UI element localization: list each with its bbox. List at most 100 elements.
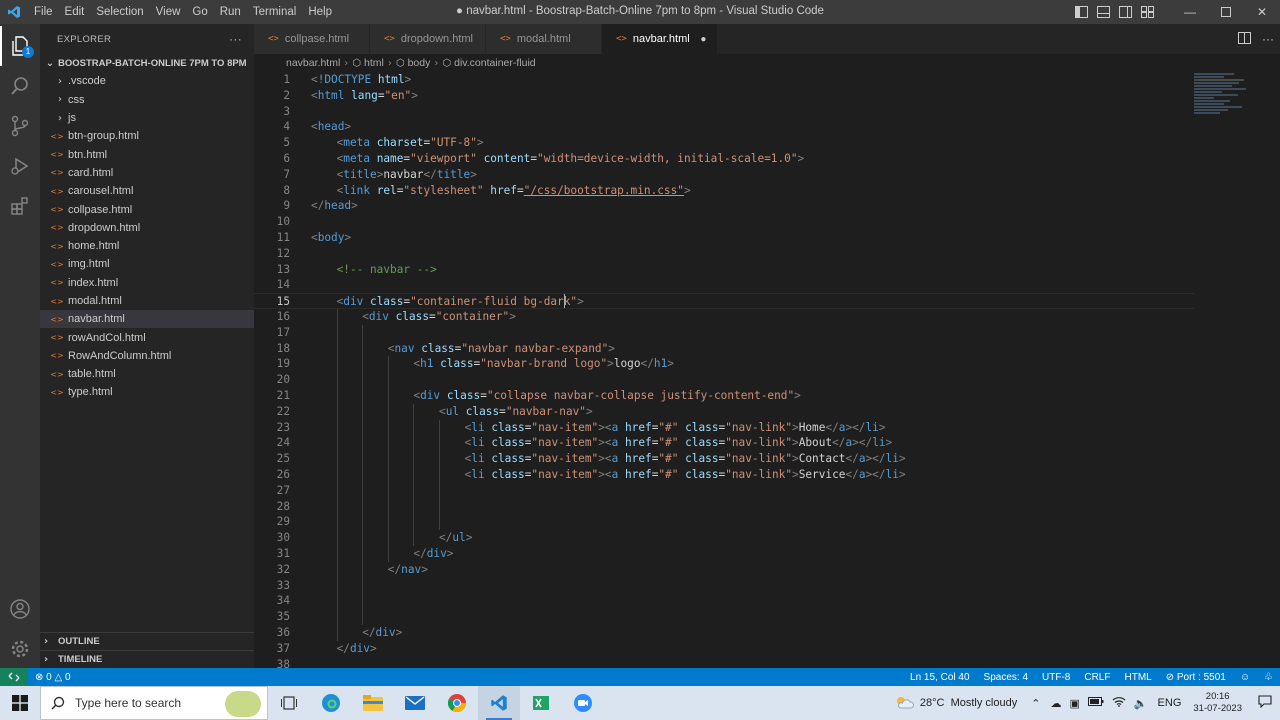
wifi-icon[interactable]: [1112, 696, 1126, 710]
microphone-icon[interactable]: ▣: [1069, 697, 1079, 710]
file-explorer-icon[interactable]: [352, 686, 394, 720]
indentation[interactable]: Spaces: 4: [977, 672, 1035, 683]
minimap[interactable]: [1194, 72, 1254, 132]
tree-file[interactable]: <> table.html: [40, 365, 254, 383]
notifications-bell-icon[interactable]: ♧: [1257, 672, 1280, 683]
encoding[interactable]: UTF-8: [1035, 672, 1077, 683]
input-language[interactable]: ENG: [1158, 697, 1182, 709]
mail-icon[interactable]: [394, 686, 436, 720]
source-control-icon[interactable]: [0, 106, 40, 146]
code-token: "width=device-width, initial-scale=1.0": [537, 152, 798, 165]
notification-center-icon[interactable]: [1250, 695, 1280, 711]
editor-tab[interactable]: <> navbar.html ●: [602, 24, 718, 54]
toggle-panel-icon[interactable]: [1092, 0, 1114, 24]
remote-indicator-icon[interactable]: [0, 668, 28, 686]
menu-item-go[interactable]: Go: [186, 6, 213, 18]
code-token: </: [423, 167, 437, 181]
tree-file[interactable]: <> btn-group.html: [40, 127, 254, 145]
editor-tab[interactable]: <> dropdown.html: [370, 24, 486, 54]
tree-file[interactable]: <> dropdown.html: [40, 219, 254, 237]
code-token: >: [608, 341, 615, 355]
customize-layout-icon[interactable]: [1136, 0, 1158, 24]
toggle-secondary-sidebar-icon[interactable]: [1114, 0, 1136, 24]
code-editor[interactable]: 1 <!DOCTYPE html> 2 <html lang="en"> 3 4 <head…: [254, 72, 1280, 668]
outline-section[interactable]: › OUTLINE: [40, 632, 254, 650]
tree-file[interactable]: <> index.html: [40, 274, 254, 292]
accounts-icon[interactable]: [0, 589, 40, 629]
edge-browser-icon[interactable]: [310, 686, 352, 720]
split-editor-icon[interactable]: [1232, 31, 1256, 47]
tree-file[interactable]: <> type.html: [40, 383, 254, 401]
code-text: <link rel="stylesheet" href="/css/bootst…: [337, 183, 691, 199]
task-view-icon[interactable]: [268, 686, 310, 720]
taskbar-search-box[interactable]: Type here to search: [40, 686, 268, 720]
code-token: "nav-link": [725, 452, 792, 466]
timeline-section[interactable]: › TIMELINE: [40, 650, 254, 668]
tree-file[interactable]: <> rowAndCol.html: [40, 328, 254, 346]
code-token: href: [490, 183, 517, 197]
cursor-position[interactable]: Ln 15, Col 40: [903, 672, 977, 683]
code-token: li: [885, 452, 899, 466]
tree-folder[interactable]: › .vscode: [40, 72, 254, 90]
breadcrumb-item[interactable]: div.container-fluid: [454, 57, 536, 69]
tree-file[interactable]: <> RowAndColumn.html: [40, 347, 254, 365]
unsaved-dot-icon[interactable]: ●: [700, 34, 707, 45]
tree-file[interactable]: <> collpase.html: [40, 200, 254, 218]
live-server-port[interactable]: ⊘ Port : 5501: [1159, 672, 1233, 683]
extensions-icon[interactable]: [0, 186, 40, 226]
battery-icon[interactable]: [1087, 697, 1104, 709]
menu-item-help[interactable]: Help: [302, 6, 338, 18]
workspace-folder[interactable]: ⌄ BOOSTRAP-BATCH-ONLINE 7PM TO 8PM: [40, 54, 254, 72]
show-hidden-icons-icon[interactable]: ⌃: [1031, 697, 1040, 710]
windows-start-icon[interactable]: [0, 686, 40, 720]
menu-item-edit[interactable]: Edit: [59, 6, 91, 18]
breadcrumb-item[interactable]: html: [364, 57, 384, 69]
zoom-icon[interactable]: [562, 686, 604, 720]
tree-file[interactable]: <> img.html: [40, 255, 254, 273]
editor-tab[interactable]: <> modal.html: [486, 24, 602, 54]
run-debug-icon[interactable]: [0, 146, 40, 186]
explorer-icon[interactable]: 1: [0, 26, 40, 66]
menu-item-file[interactable]: File: [28, 6, 59, 18]
toggle-primary-sidebar-icon[interactable]: [1070, 0, 1092, 24]
tree-folder[interactable]: › js: [40, 109, 254, 127]
tree-file[interactable]: <> navbar.html: [40, 310, 254, 329]
weather-text[interactable]: 28°C Mostly cloudy: [920, 697, 1017, 709]
chrome-icon[interactable]: [436, 686, 478, 720]
code-token: "navbar-nav": [505, 404, 586, 418]
more-actions-icon[interactable]: ···: [1256, 32, 1280, 46]
onedrive-icon[interactable]: ☁: [1050, 697, 1061, 710]
close-icon[interactable]: ✕: [1244, 0, 1280, 24]
minimize-icon[interactable]: —: [1172, 0, 1208, 24]
code-token: >: [577, 295, 584, 309]
feedback-icon[interactable]: ☺: [1233, 672, 1257, 683]
tree-folder[interactable]: › css: [40, 91, 254, 109]
menu-item-selection[interactable]: Selection: [90, 6, 149, 18]
tree-file[interactable]: <> btn.html: [40, 145, 254, 163]
problems-indicator[interactable]: ⊗ 0 △ 0: [28, 672, 78, 683]
vscode-taskbar-icon[interactable]: [478, 686, 520, 720]
spreadsheet-app-icon[interactable]: [520, 686, 562, 720]
menu-item-view[interactable]: View: [150, 6, 187, 18]
menu-item-terminal[interactable]: Terminal: [247, 6, 302, 18]
breadcrumb-item[interactable]: body: [408, 57, 431, 69]
tree-file[interactable]: <> modal.html: [40, 292, 254, 310]
tree-file[interactable]: <> home.html: [40, 237, 254, 255]
tree-file[interactable]: <> carousel.html: [40, 182, 254, 200]
menu-item-run[interactable]: Run: [214, 6, 247, 18]
editor-tab[interactable]: <> collpase.html: [254, 24, 370, 54]
language-mode[interactable]: HTML: [1117, 672, 1158, 683]
end-of-line[interactable]: CRLF: [1077, 672, 1117, 683]
explorer-more-actions-icon[interactable]: ···: [229, 32, 242, 46]
volume-icon[interactable]: 🔈: [1134, 697, 1148, 710]
code-token: >: [607, 357, 614, 371]
maximize-icon[interactable]: [1208, 0, 1244, 24]
search-icon[interactable]: [0, 66, 40, 106]
clock[interactable]: 20:16 31-07-2023: [1185, 691, 1250, 715]
code-token: >: [667, 357, 674, 371]
tree-file[interactable]: <> card.html: [40, 164, 254, 182]
element-icon: ⬡: [395, 57, 405, 69]
settings-gear-icon[interactable]: [0, 629, 40, 669]
breadcrumb-item[interactable]: navbar.html: [286, 57, 340, 69]
